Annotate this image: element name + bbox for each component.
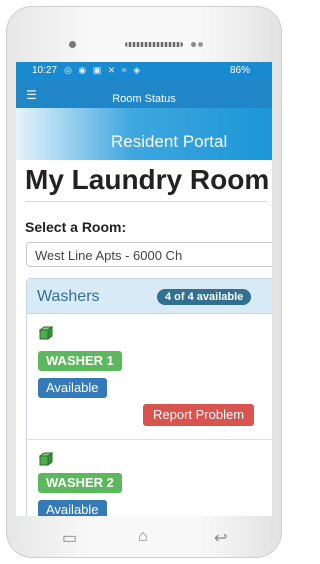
status-bar: 10:27 ◎ ◉ ▣ ✕ ≈ ◈ 86%	[16, 62, 272, 80]
sensor	[198, 42, 203, 47]
app-bar-title: Room Status	[112, 93, 176, 105]
recent-apps-icon[interactable]: ▭	[62, 528, 77, 548]
app-screen: 10:27 ◎ ◉ ▣ ✕ ≈ ◈ 86% ☰ Room Status Resi…	[16, 62, 272, 516]
sensor	[191, 42, 196, 47]
washers-panel-header: Washers 4 of 4 available	[27, 279, 272, 314]
home-icon[interactable]: ⌂	[138, 528, 148, 546]
cube-icon	[39, 326, 53, 340]
status-time: 10:27	[32, 65, 58, 76]
washer-name-label: WASHER 2	[38, 473, 122, 493]
portal-title: Resident Portal	[111, 132, 228, 151]
washer-item: WASHER 1 Available Report Problem	[27, 314, 272, 440]
washer-status-label: Available	[38, 500, 107, 516]
washer-name-label: WASHER 1	[38, 351, 122, 371]
washers-panel: Washers 4 of 4 available WASHER 1 Availa…	[26, 278, 272, 516]
status-icons: ◎ ◉ ▣ ✕ ≈ ◈	[64, 65, 143, 75]
page-title: My Laundry Room	[25, 164, 270, 195]
availability-badge: 4 of 4 available	[157, 289, 252, 305]
cube-icon	[39, 452, 53, 466]
earpiece-speaker	[125, 42, 183, 47]
washer-status-label: Available	[38, 378, 107, 398]
washers-title: Washers	[37, 288, 100, 305]
back-icon[interactable]: ↩	[214, 528, 227, 548]
system-nav-bar: ▭ ⌂ ↩	[6, 520, 282, 558]
portal-banner: Resident Portal	[16, 108, 272, 160]
front-camera	[69, 41, 76, 48]
room-select-label: Select a Room:	[25, 219, 127, 235]
room-select[interactable]: West Line Apts - 6000 Ch	[26, 242, 272, 267]
report-problem-button[interactable]: Report Problem	[143, 404, 255, 426]
divider	[25, 201, 267, 202]
washer-item: WASHER 2 Available	[27, 440, 272, 516]
battery-level: 86%	[230, 65, 251, 76]
app-bar: ☰ Room Status	[16, 80, 272, 108]
